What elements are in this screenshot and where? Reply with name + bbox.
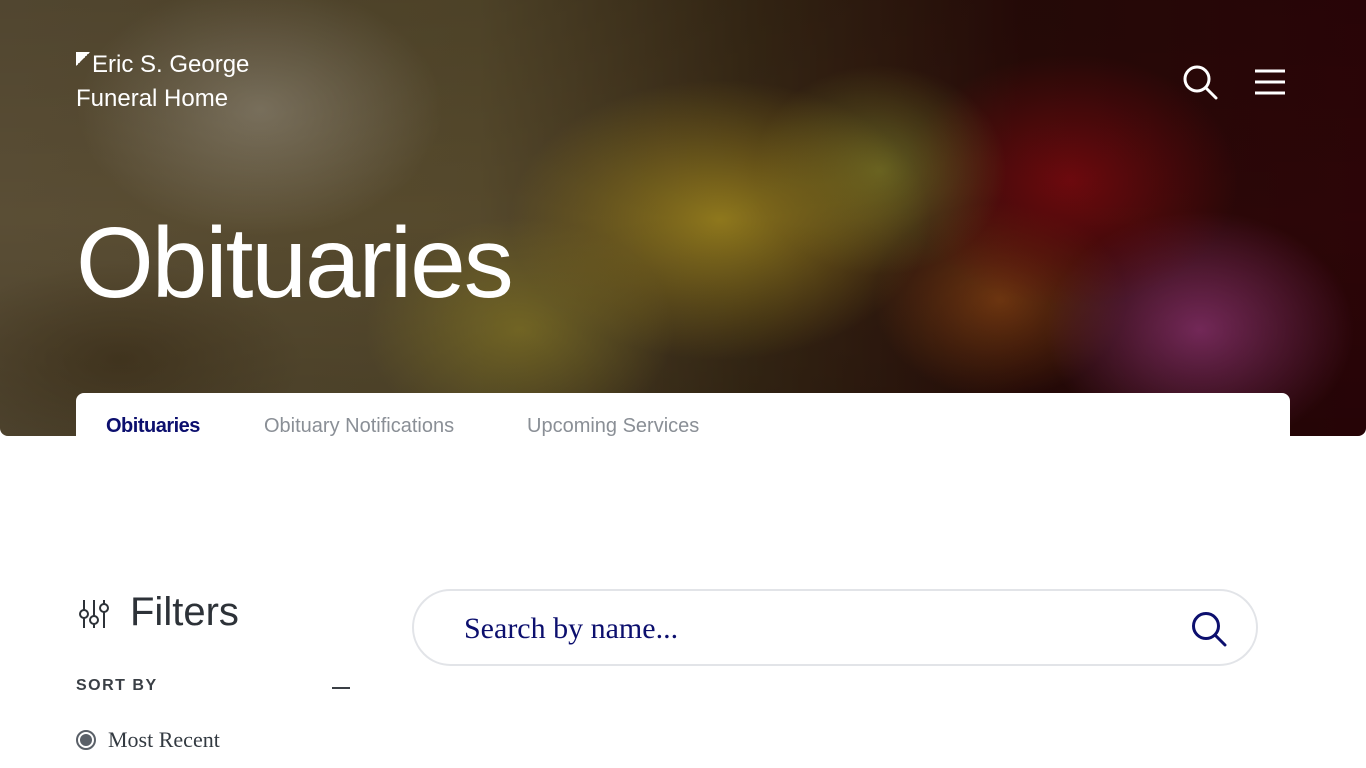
search-icon[interactable]	[1182, 64, 1218, 100]
tab-obituary-notifications[interactable]: Obituary Notifications	[264, 415, 454, 436]
filters-title: Filters	[130, 589, 239, 634]
tab-obituaries[interactable]: Obituaries	[106, 415, 200, 436]
tab-upcoming-services[interactable]: Upcoming Services	[527, 415, 699, 436]
search-input[interactable]	[462, 605, 1166, 653]
filters-header: Filters	[76, 588, 239, 636]
sort-option-label: Most Recent	[108, 727, 220, 752]
broken-image-icon	[76, 52, 90, 66]
sort-by-label: SORT BY	[76, 677, 158, 694]
page-title: Obituaries	[76, 207, 514, 319]
search-submit-icon[interactable]	[1190, 610, 1228, 648]
search-bar	[412, 589, 1258, 666]
sort-option-most-recent[interactable]: Most Recent	[76, 727, 220, 753]
obituary-tabs: Obituaries Obituary Notifications Upcomi…	[76, 393, 1290, 436]
hero-banner: Eric S. George Funeral Home Obituaries O…	[0, 0, 1366, 436]
collapse-sort-button[interactable]	[331, 680, 351, 696]
logo-text: Eric S. George Funeral Home	[76, 51, 250, 112]
radio-selected-icon[interactable]	[76, 730, 96, 750]
sliders-icon	[76, 596, 112, 632]
hamburger-menu-icon[interactable]	[1252, 66, 1288, 102]
site-logo[interactable]: Eric S. George Funeral Home	[76, 48, 296, 116]
